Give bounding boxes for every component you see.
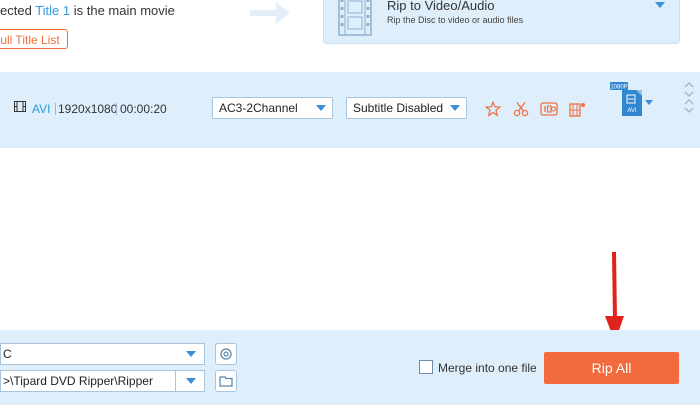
- subtitle-select[interactable]: Subtitle Disabled: [346, 97, 467, 119]
- rip-mode-selector[interactable]: Rip to Video/Audio Rip the Disc to video…: [323, 0, 680, 44]
- item-resolution: 1920x1080: [58, 102, 118, 116]
- save-to-path-value: >\Tipard DVD Ripper\Ripper: [3, 374, 153, 388]
- divider: [175, 371, 176, 391]
- chevron-down-icon: [186, 378, 196, 384]
- chevron-down-icon: [186, 351, 196, 357]
- item-format: AVI: [32, 102, 51, 116]
- merge-option[interactable]: Merge into one file: [419, 360, 537, 375]
- audio-track-value: AC3-2Channel: [219, 101, 298, 115]
- film-strip-icon: [338, 0, 372, 36]
- rip-all-button[interactable]: Rip All: [544, 352, 679, 384]
- full-title-list-button[interactable]: ull Title List: [0, 29, 68, 49]
- magic-wand-icon[interactable]: [485, 101, 501, 117]
- detected-prefix: ected: [0, 3, 32, 18]
- output-badge-text: 1080P: [610, 85, 627, 91]
- item-duration: 00:00:20: [120, 102, 167, 116]
- rip-mode-subtitle: Rip the Disc to video or audio files: [387, 15, 524, 25]
- audio-track-select[interactable]: AC3-2Channel: [212, 97, 333, 119]
- arrow-right-icon: [250, 2, 290, 24]
- rip-mode-title: Rip to Video/Audio: [387, 0, 495, 13]
- gear-icon: [220, 348, 232, 360]
- film-settings-icon[interactable]: [569, 101, 587, 117]
- chevron-down-icon[interactable]: [655, 2, 665, 8]
- save-to-path-select[interactable]: >\Tipard DVD Ripper\Ripper: [0, 370, 205, 392]
- chevron-down-icon: [450, 105, 460, 111]
- merge-checkbox[interactable]: [419, 360, 433, 374]
- chevron-down-icon[interactable]: [645, 100, 653, 105]
- detected-suffix: is the main movie: [73, 3, 175, 18]
- detected-main-movie-text: ected Title 1 is the main movie: [0, 3, 175, 18]
- chevron-down-icon: [316, 105, 326, 111]
- output-format-value: C: [3, 347, 12, 361]
- open-folder-button[interactable]: [215, 370, 237, 392]
- edit-effects-icon[interactable]: [540, 101, 558, 117]
- folder-icon: [219, 376, 233, 387]
- footer-bar: C >\Tipard DVD Ripper\Ripper Merge into …: [0, 330, 700, 405]
- top-info-area: ected Title 1 is the main movie ull Titl…: [0, 0, 700, 70]
- output-format-icon[interactable]: 1080P AVI: [610, 82, 644, 118]
- expand-collapse-icon[interactable]: [683, 80, 695, 114]
- scissors-icon[interactable]: [513, 101, 529, 117]
- subtitle-value: Subtitle Disabled: [353, 101, 444, 115]
- format-settings-button[interactable]: [215, 343, 237, 365]
- video-file-icon: [14, 101, 26, 112]
- merge-label: Merge into one file: [438, 361, 537, 375]
- divider: [55, 103, 56, 115]
- divider: [116, 103, 117, 115]
- output-ext-text: AVI: [627, 108, 637, 114]
- title-item-row: AVI 1920x1080 00:00:20 AC3-2Channel Subt…: [0, 72, 700, 148]
- output-format-select[interactable]: C: [0, 343, 205, 365]
- main-title-link[interactable]: Title 1: [35, 3, 70, 18]
